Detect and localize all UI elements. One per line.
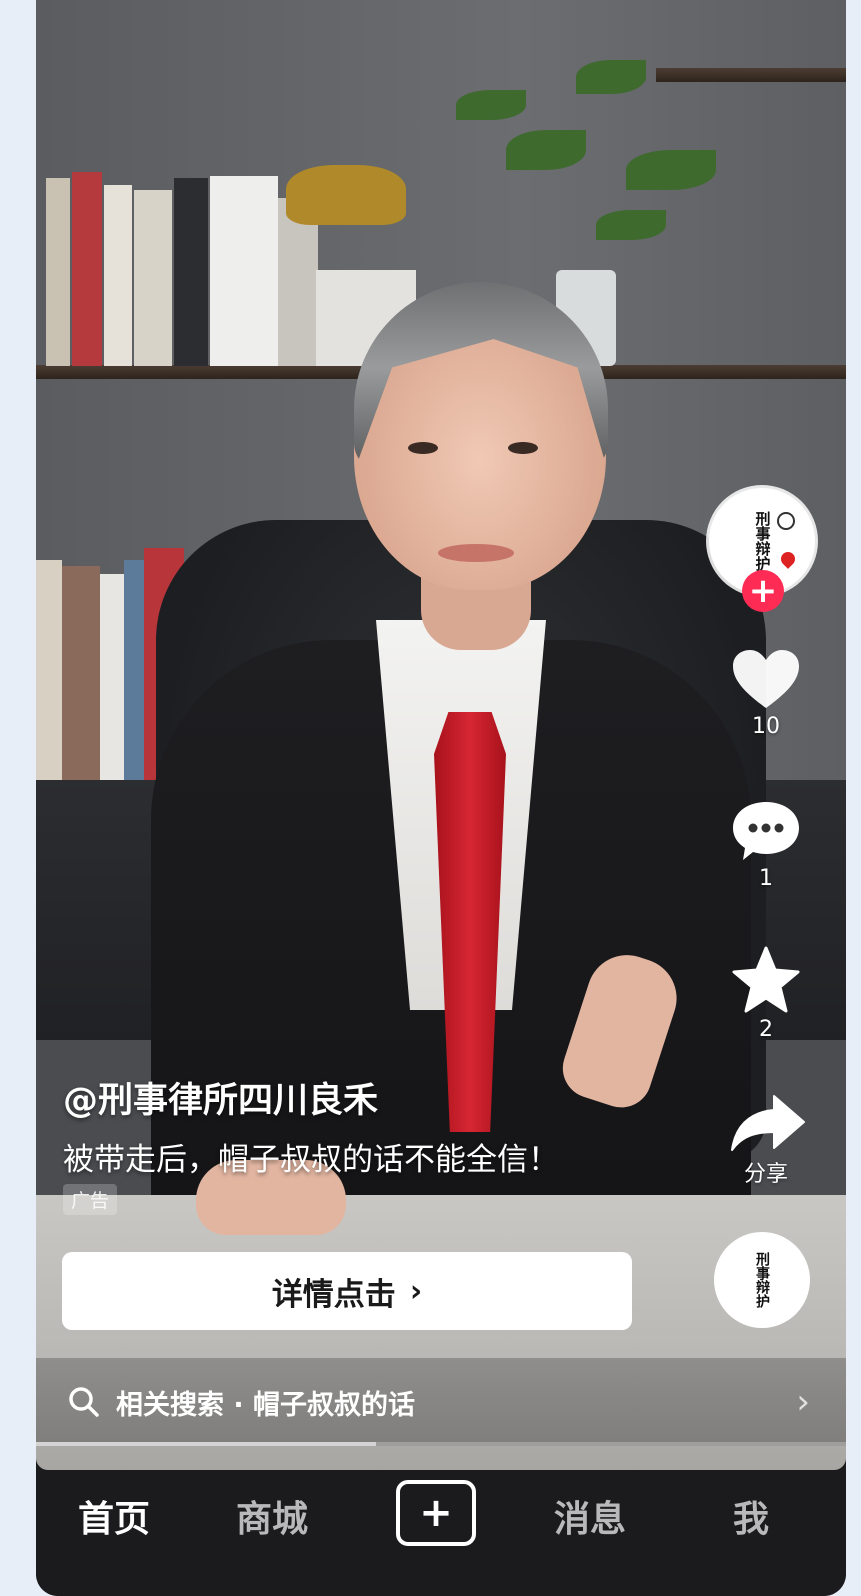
plant-leaf [506, 130, 586, 170]
avatar-logo-text: 刑事辩护 [754, 1252, 770, 1308]
share-label: 分享 [743, 1162, 788, 1187]
plant-leaf [456, 90, 526, 120]
person-lips [438, 544, 514, 562]
like-button[interactable]: 10 [730, 648, 802, 739]
person-eye [508, 442, 538, 454]
plus-icon: + [419, 1490, 453, 1536]
book [100, 574, 124, 788]
cta-label: 详情点击 [271, 1276, 396, 1313]
brand-seal-icon [777, 512, 795, 530]
video-caption: 被带走后，帽子叔叔的话不能全信！ [63, 1142, 559, 1178]
person-eye [408, 442, 438, 454]
bottom-nav: 首页 商城 + 消息 我 [36, 1470, 846, 1596]
favorite-button[interactable]: 2 [730, 945, 802, 1042]
related-search-label: 相关搜索 · 帽子叔叔的话 [116, 1389, 416, 1421]
avatar-logo-text: 刑事辩护 [753, 511, 772, 571]
gold-ornament [286, 165, 406, 225]
nav-me[interactable]: 我 [733, 1490, 769, 1542]
chevron-right-icon: › [409, 1273, 423, 1309]
playback-progress-fill [36, 1442, 377, 1446]
ad-badge: 广告 [63, 1184, 118, 1215]
comment-count: 1 [759, 866, 773, 891]
author-handle[interactable]: @刑事律所四川良禾 [63, 1072, 378, 1123]
search-icon [69, 1387, 99, 1417]
comment-icon [733, 802, 799, 860]
create-button[interactable]: + [396, 1480, 476, 1546]
bookshelf-top [656, 68, 846, 82]
book [210, 176, 278, 366]
chevron-right-icon: › [796, 1382, 810, 1422]
book [62, 566, 100, 788]
video-player[interactable]: @刑事律所四川良禾 被带走后，帽子叔叔的话不能全信！ 广告 详情点击 › 刑事辩… [36, 0, 846, 1470]
share-arrow-icon [731, 1095, 805, 1151]
book [72, 172, 102, 366]
comment-button[interactable]: 1 [730, 800, 802, 891]
book [134, 190, 172, 366]
related-search-bar[interactable]: 相关搜索 · 帽子叔叔的话 › [36, 1358, 846, 1446]
book [104, 185, 132, 366]
nav-home[interactable]: 首页 [78, 1490, 150, 1542]
book [174, 178, 208, 366]
like-count: 10 [752, 714, 780, 739]
playback-progress[interactable] [36, 1442, 846, 1446]
follow-button[interactable]: + [742, 570, 784, 612]
phone-screen: @刑事律所四川良禾 被带走后，帽子叔叔的话不能全信！ 广告 详情点击 › 刑事辩… [36, 0, 846, 1596]
book [46, 178, 70, 366]
plant-leaf [576, 60, 646, 94]
heart-icon [733, 650, 799, 708]
book [36, 560, 62, 788]
watermelon-icon [778, 549, 798, 569]
nav-messages[interactable]: 消息 [554, 1490, 626, 1542]
advertiser-avatar[interactable]: 刑事辩护 [714, 1232, 810, 1328]
favorite-count: 2 [759, 1017, 773, 1042]
share-button[interactable]: 分享 [730, 1092, 805, 1188]
plant-leaf [626, 150, 716, 190]
nav-mall[interactable]: 商城 [236, 1490, 308, 1542]
book [124, 560, 144, 788]
plant-leaf [596, 210, 666, 240]
details-cta-button[interactable]: 详情点击 › [62, 1252, 632, 1330]
star-icon [732, 946, 800, 1013]
